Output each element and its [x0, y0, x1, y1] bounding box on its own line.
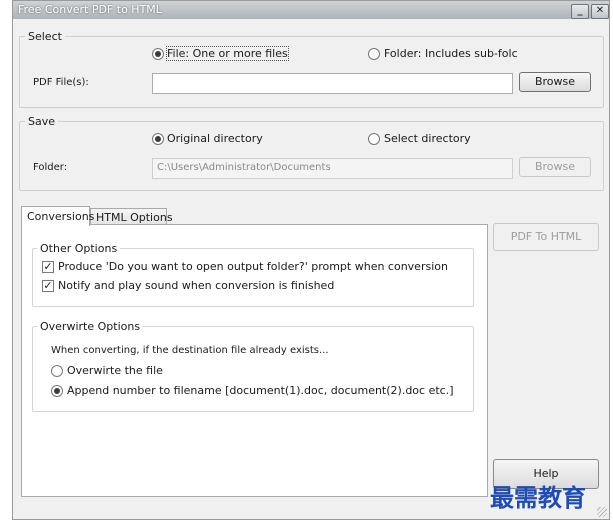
save-group: Save — [19, 115, 604, 191]
pdf-files-input[interactable] — [152, 73, 513, 94]
overwrite-file-radio[interactable] — [51, 365, 63, 377]
browse-folder-button: Browse — [519, 157, 591, 177]
resize-grip[interactable] — [597, 507, 607, 517]
watermark-text: 最需教育 — [490, 483, 586, 512]
select-directory-radio[interactable] — [368, 133, 380, 145]
folder-radio-label[interactable]: Folder: Includes sub-folc — [384, 47, 518, 60]
folder-input: C:\Users\Administrator\Documents — [152, 158, 513, 179]
title-bar: Free Convert PDF to HTML _ ✕ — [13, 1, 609, 19]
original-directory-radio[interactable] — [152, 133, 164, 145]
conversions-panel: Other Options ✓ Produce 'Do you want to … — [21, 224, 488, 497]
other-options-title: Other Options — [37, 242, 121, 255]
append-number-label[interactable]: Append number to filename [document(1).d… — [67, 384, 454, 397]
window-title: Free Convert PDF to HTML — [18, 3, 162, 16]
file-radio[interactable] — [152, 48, 164, 60]
other-options-group — [32, 248, 474, 307]
select-group: Select — [19, 30, 604, 108]
folder-label: Folder: — [33, 162, 68, 173]
overwrite-intro: When converting, if the destination file… — [51, 345, 329, 356]
close-icon[interactable]: ✕ — [591, 4, 609, 19]
pdf-files-label: PDF File(s): — [33, 77, 89, 88]
app-window: Free Convert PDF to HTML _ ✕ Select File… — [12, 0, 610, 520]
select-directory-label[interactable]: Select directory — [384, 132, 471, 145]
file-radio-label[interactable]: File: One or more files — [166, 46, 289, 61]
overwrite-options-title: Overwirte Options — [37, 320, 144, 333]
notify-sound-checkbox[interactable]: ✓ — [42, 280, 54, 292]
original-directory-label[interactable]: Original directory — [167, 132, 263, 145]
browse-pdf-button[interactable]: Browse — [519, 72, 591, 92]
notify-sound-label[interactable]: Notify and play sound when conversion is… — [58, 279, 334, 292]
append-number-radio[interactable] — [51, 385, 63, 397]
tab-conversions[interactable]: Conversions — [21, 206, 94, 226]
open-folder-prompt-label[interactable]: Produce 'Do you want to open output fold… — [58, 260, 448, 273]
tab-html-options[interactable]: HTML Options — [90, 208, 173, 225]
select-legend: Select — [28, 30, 62, 43]
save-legend: Save — [28, 115, 56, 128]
pdf-to-html-button: PDF To HTML — [493, 223, 599, 251]
open-folder-prompt-checkbox[interactable]: ✓ — [42, 261, 54, 273]
overwrite-file-label[interactable]: Overwirte the file — [67, 364, 163, 377]
minimize-icon[interactable]: _ — [571, 4, 589, 19]
folder-radio[interactable] — [368, 48, 380, 60]
